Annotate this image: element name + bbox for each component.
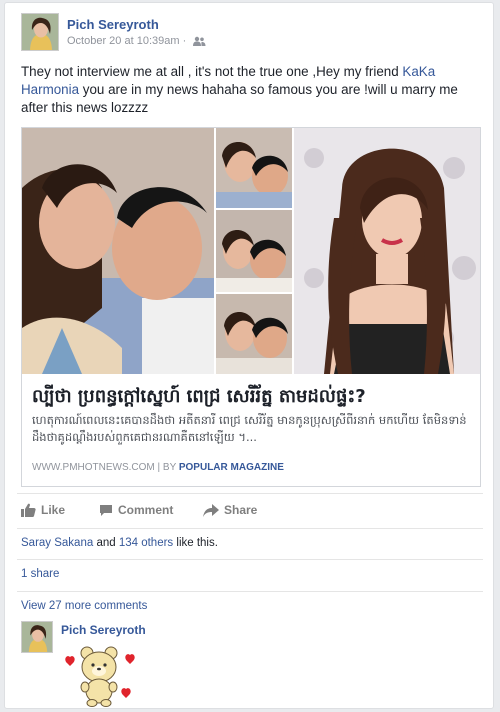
share-label: Share [224, 503, 258, 517]
share-button[interactable]: Share [203, 503, 257, 517]
author-avatar[interactable] [21, 13, 59, 51]
like-label: Like [41, 503, 66, 517]
collage-photo-main [22, 128, 214, 374]
link-description: ហេតុការណ៍ពេលនេះគេបានដឹងថា អតីតនារី ពេជ្រ… [32, 413, 467, 444]
comment-icon [100, 505, 112, 516]
view-more-comments-link[interactable]: View 27 more comments [21, 600, 481, 612]
comment-button[interactable]: Comment [99, 503, 173, 517]
collage-photo-middle [216, 210, 292, 292]
post-timestamp[interactable]: October 20 at 10:39am [67, 35, 180, 47]
author-name[interactable]: Pich Sereyroth [67, 17, 159, 32]
likes-others-link[interactable]: 134 others [119, 537, 173, 549]
commenter-avatar[interactable] [21, 621, 53, 653]
link-title[interactable]: ល្បីថា ប្រពន្ធក្តៅស្នេហ៍ ពេជ្រ សេរីរ័ត្ន… [32, 384, 472, 411]
collage-photo-portrait [294, 128, 480, 374]
post-text-start: They not interview me at all , it's not … [21, 64, 403, 79]
collage-photo-bottom [216, 294, 292, 374]
liker-name[interactable]: Saray Sakana [21, 537, 93, 549]
share-arrow-icon [203, 504, 219, 517]
shares-link[interactable]: 1 share [21, 568, 481, 580]
collage-photo-top [216, 128, 292, 208]
likes-summary: Saray Sakana and 134 others like this. [21, 537, 481, 549]
link-domain: WWW.PMHOTNEWS.COM [32, 462, 155, 473]
like-button[interactable]: Like [21, 503, 65, 517]
link-source: WWW.PMHOTNEWS.COM | BY POPULAR MAGAZINE [32, 462, 472, 473]
post-meta: October 20 at 10:39am · [67, 35, 206, 47]
comment-label: Comment [118, 503, 174, 517]
likes-suffix: like this. [173, 537, 218, 549]
action-bar: Like Comment Share [17, 493, 483, 529]
divider [17, 591, 483, 592]
commenter-name[interactable]: Pich Sereyroth [61, 623, 146, 637]
link-info[interactable]: ល្បីថា ប្រពន្ធក្តៅស្នេហ៍ ពេជ្រ សេរីរ័ត្ន… [22, 374, 480, 486]
divider [17, 559, 483, 560]
link-preview-card[interactable]: ល្បីថា ប្រពន្ធក្តៅស្នេហ៍ ពេជ្រ សេរីរ័ត្ន… [21, 127, 481, 487]
link-separator: | BY [154, 462, 179, 473]
post-text: They not interview me at all , it's not … [21, 63, 483, 117]
thumbs-up-icon [21, 503, 36, 517]
friends-icon[interactable] [192, 36, 206, 46]
link-brand[interactable]: POPULAR MAGAZINE [179, 462, 284, 473]
post-text-end: you are in my news hahaha so famous you … [21, 82, 458, 115]
bear-hearts-sticker [61, 643, 145, 707]
post-card: Pich Sereyroth October 20 at 10:39am · T… [4, 2, 494, 709]
likes-and: and [93, 537, 119, 549]
